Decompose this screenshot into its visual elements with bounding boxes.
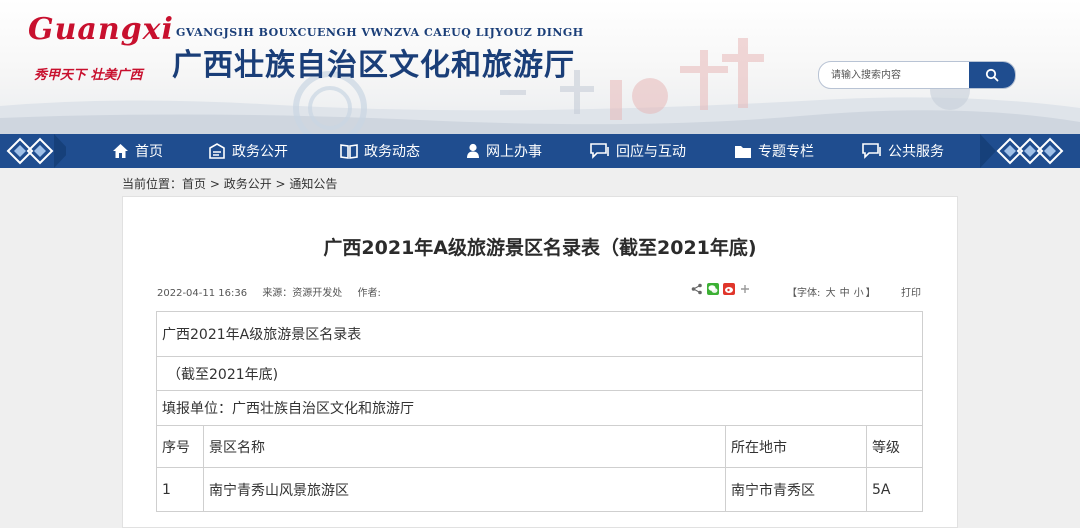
table-header-cell: 景区名称 — [203, 425, 726, 468]
nav-label: 回应与互动 — [616, 144, 686, 160]
nav-label: 专题专栏 — [758, 144, 814, 160]
font-size-suffix: 】 — [865, 288, 876, 299]
table-header-cell: 序号 — [156, 425, 204, 468]
nav-right-ornament — [980, 134, 1080, 168]
nav-bar: 首页 政务公开 政务动态 网上办事 回应与互动 专题专栏 公共服务 — [66, 134, 980, 168]
breadcrumb-gov-open[interactable]: 政务公开 — [224, 177, 272, 191]
folder-icon — [735, 146, 751, 158]
table-caption: 广西2021年A级旅游景区名录表 — [155, 311, 924, 357]
publish-date: 2022-04-11 16:36 — [157, 288, 248, 299]
table-row: 1 南宁青秀山风景旅游区 南宁市青秀区 5A — [156, 467, 924, 512]
article-title: 广西2021年A级旅游景区名录表（截至2021年底) — [323, 237, 757, 259]
site-slogan: 秀甲天下 壮美广西 — [34, 68, 143, 83]
table-cell: 5A — [865, 467, 924, 512]
article-card: 广西2021年A级旅游景区名录表（截至2021年底) 2022-04-11 16… — [122, 196, 958, 528]
nav-label: 网上办事 — [486, 144, 542, 160]
font-size-medium[interactable]: 中 — [840, 288, 850, 299]
table-subtitle: （截至2021年底) — [155, 356, 924, 391]
nav-item-public-service[interactable]: 公共服务 — [862, 134, 944, 168]
font-size-control: 【字体: 大中小】 — [787, 284, 876, 299]
site-header: Guangxi 秀甲天下 壮美广西 GVANGJSIH BOUXCUENGH V… — [0, 0, 1080, 134]
open-icon — [209, 143, 225, 159]
table-header-cell: 所在地市 — [725, 425, 867, 468]
table-cell: 1 — [156, 467, 204, 512]
site-title[interactable]: 广西壮族自治区文化和旅游厅 — [172, 40, 575, 84]
chat-icon — [590, 143, 609, 159]
nav-item-gov-news[interactable]: 政务动态 — [340, 134, 420, 168]
person-icon — [467, 143, 479, 158]
nav-item-online-service[interactable]: 网上办事 — [466, 134, 542, 168]
scenic-area-table: 广西2021年A级旅游景区名录表 （截至2021年底) 填报单位：广西壮族自治区… — [155, 311, 924, 512]
weibo-icon[interactable] — [723, 283, 735, 295]
main-nav: 首页 政务公开 政务动态 网上办事 回应与互动 专题专栏 公共服务 — [0, 134, 1080, 168]
share-tools — [691, 281, 751, 297]
nav-label: 公共服务 — [888, 144, 944, 160]
table-cell: 南宁青秀山风景旅游区 — [203, 467, 726, 512]
article-author: 作者: — [357, 288, 381, 299]
article-source: 来源：资源开发处 — [262, 288, 343, 299]
search-icon — [985, 68, 999, 82]
share-icon[interactable] — [691, 283, 703, 295]
breadcrumb-separator: > — [271, 177, 290, 191]
table-unit: 填报单位：广西壮族自治区文化和旅游厅 — [155, 390, 924, 426]
nav-label: 首页 — [135, 144, 163, 160]
article-meta: 2022-04-11 16:36 来源：资源开发处 作者: — [157, 284, 393, 299]
table-header-cell: 等级 — [865, 425, 924, 468]
plus-icon[interactable] — [739, 283, 751, 295]
nav-label: 政务公开 — [232, 144, 288, 160]
breadcrumb-separator: > — [206, 177, 224, 191]
service-icon — [862, 143, 881, 159]
site-name-zhuang: GVANGJSIH BOUXCUENGH VWNZVA CAEUQ LIJYOU… — [176, 26, 584, 39]
breadcrumb-home[interactable]: 首页 — [182, 177, 206, 191]
breadcrumb-notices[interactable]: 通知公告 — [289, 177, 337, 191]
search-box — [818, 61, 1016, 89]
table-cell: 南宁市青秀区 — [725, 467, 867, 512]
home-icon — [113, 144, 128, 158]
table-header-row: 序号 景区名称 所在地市 等级 — [156, 425, 924, 468]
nav-left-ornament — [0, 134, 70, 168]
search-button[interactable] — [969, 62, 1015, 88]
font-size-prefix: 【字体: — [787, 288, 821, 299]
breadcrumb: 当前位置：首页 > 政务公开 > 通知公告 — [122, 175, 337, 192]
font-size-small[interactable]: 小 — [854, 288, 864, 299]
book-icon — [340, 144, 358, 159]
nav-item-gov-open[interactable]: 政务公开 — [208, 134, 288, 168]
nav-item-home[interactable]: 首页 — [112, 134, 163, 168]
font-size-large[interactable]: 大 — [826, 288, 836, 299]
search-input[interactable] — [819, 62, 977, 88]
wechat-icon[interactable] — [707, 283, 719, 295]
nav-item-interaction[interactable]: 回应与互动 — [590, 134, 686, 168]
breadcrumb-prefix: 当前位置： — [122, 177, 183, 191]
nav-item-special-topics[interactable]: 专题专栏 — [734, 134, 814, 168]
nav-label: 政务动态 — [364, 144, 420, 160]
site-logo[interactable]: Guangxi — [28, 12, 174, 47]
print-button[interactable]: 打印 — [901, 284, 921, 299]
